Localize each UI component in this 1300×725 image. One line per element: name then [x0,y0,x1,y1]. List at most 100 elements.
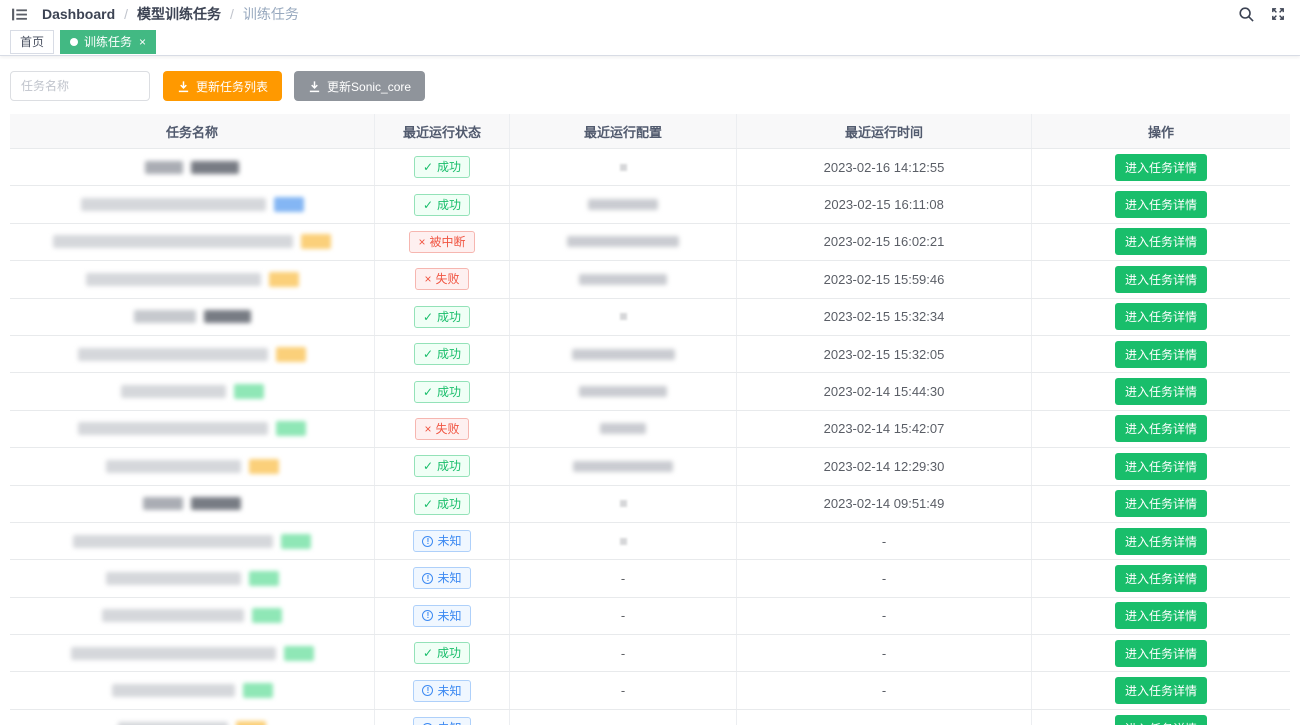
enter-task-detail-button[interactable]: 进入任务详情 [1115,528,1207,555]
enter-task-detail-button[interactable]: 进入任务详情 [1115,677,1207,704]
enter-task-detail-button[interactable]: 进入任务详情 [1115,191,1207,218]
run-time-cell: 2023-02-15 15:59:46 [737,261,1032,297]
task-name-redacted [191,161,239,174]
task-name-redacted [121,385,226,398]
operations-cell: 进入任务详情 [1032,373,1290,409]
breadcrumb-separator: / [124,6,128,22]
enter-task-detail-button[interactable]: 进入任务详情 [1115,378,1207,405]
enter-task-detail-button[interactable]: 进入任务详情 [1115,154,1207,181]
task-name-redacted [73,535,273,548]
task-name-cell [10,448,375,484]
table-row: ✓成功2023-02-15 15:32:34进入任务详情 [10,299,1290,336]
run-config-empty: - [621,683,625,698]
check-icon: ✓ [423,348,433,360]
enter-task-detail-button[interactable]: 进入任务详情 [1115,453,1207,480]
enter-task-detail-button[interactable]: 进入任务详情 [1115,341,1207,368]
run-config-cell [510,299,737,335]
task-name-redacted [191,497,241,510]
column-header-task-name: 任务名称 [10,114,375,148]
enter-task-detail-button[interactable]: 进入任务详情 [1115,415,1207,442]
run-config-cell [510,224,737,260]
run-time-cell: 2023-02-14 15:42:07 [737,411,1032,447]
table-row: !未知 - 进入任务详情 [10,523,1290,560]
tab-close-icon[interactable]: × [139,36,146,48]
status-badge-success: ✓成功 [414,156,470,178]
table-row: ✓成功--进入任务详情 [10,635,1290,672]
run-config-redacted [620,313,627,320]
enter-task-detail-button[interactable]: 进入任务详情 [1115,640,1207,667]
operations-cell: 进入任务详情 [1032,710,1290,725]
status-badge-interrupted: ×被中断 [409,231,474,253]
run-time-cell: - [737,560,1032,596]
run-status-cell: !未知 [375,523,510,559]
status-label: 成功 [437,647,461,659]
run-config-empty: - [621,571,625,586]
run-config-redacted [620,538,627,545]
breadcrumb-item-training-tasks: 训练任务 [243,4,299,24]
info-icon: ! [422,573,433,584]
run-time-cell: - [737,635,1032,671]
info-icon: ! [422,536,433,547]
task-name-redacted [86,273,261,286]
run-time-cell: 2023-02-14 15:44:30 [737,373,1032,409]
status-label: 未知 [437,572,461,584]
download-icon [308,80,321,93]
sidebar-toggle-icon[interactable] [8,3,30,25]
enter-task-detail-button[interactable]: 进入任务详情 [1115,266,1207,293]
table-row: !未知--进入任务详情 [10,672,1290,709]
check-icon: ✓ [423,647,433,659]
task-name-cell [10,186,375,222]
run-status-cell: ✓ 成功 [375,635,510,671]
task-name-redacted [106,572,241,585]
update-task-list-label: 更新任务列表 [196,78,268,95]
update-task-list-button[interactable]: 更新任务列表 [163,71,282,101]
operations-cell: 进入任务详情 [1032,598,1290,634]
task-name-cell [10,598,375,634]
search-icon[interactable] [1236,4,1256,24]
fullscreen-icon[interactable] [1268,4,1288,24]
download-icon [177,80,190,93]
run-config-cell [510,448,737,484]
run-config-redacted [572,349,675,360]
task-tag-green [281,534,311,549]
status-label: 失败 [436,273,460,285]
tab-home[interactable]: 首页 [10,30,54,54]
task-tag-green [234,384,264,399]
status-label: 成功 [437,161,461,173]
enter-task-detail-button[interactable]: 进入任务详情 [1115,715,1207,725]
enter-task-detail-button[interactable]: 进入任务详情 [1115,228,1207,255]
task-name-search-input[interactable] [10,71,150,101]
run-config-redacted [620,164,627,171]
run-time-cell: 2023-02-14 09:51:49 [737,486,1032,522]
task-name-redacted [71,647,276,660]
run-status-cell: ✓成功 [375,448,510,484]
table-row: ×失败2023-02-14 15:42:07进入任务详情 [10,411,1290,448]
status-label: 成功 [437,311,461,323]
status-badge-unknown: !未知 [413,717,470,725]
enter-task-detail-button[interactable]: 进入任务详情 [1115,303,1207,330]
task-tag-yellow [301,234,331,249]
enter-task-detail-button[interactable]: 进入任务详情 [1115,565,1207,592]
task-name-cell [10,336,375,372]
table-row: ✓成功2023-02-16 14:12:55进入任务详情 [10,149,1290,186]
run-status-cell: ✓成功 [375,373,510,409]
task-name-redacted [118,722,228,725]
run-status-cell: !未知 [375,672,510,708]
run-config-cell [510,261,737,297]
run-status-cell: ✓成功 [375,149,510,185]
enter-task-detail-button[interactable]: 进入任务详情 [1115,602,1207,629]
update-sonic-core-button[interactable]: 更新Sonic_core [294,71,425,101]
breadcrumb-item-model-training[interactable]: 模型训练任务 [137,4,221,24]
status-badge-success: ✓成功 [414,493,470,515]
check-icon: ✓ [423,460,433,472]
tab-training-tasks[interactable]: 训练任务 × [60,30,156,54]
enter-task-detail-button[interactable]: 进入任务详情 [1115,490,1207,517]
breadcrumb-item-dashboard[interactable]: Dashboard [42,6,115,22]
task-tag-yellow [276,347,306,362]
run-config-redacted [579,386,667,397]
run-time-cell: - [737,523,1032,559]
column-header-operations: 操作 [1032,114,1290,148]
status-badge-failed: ×失败 [415,268,468,290]
run-config-cell: - [510,598,737,634]
status-badge-unknown: !未知 [413,530,470,552]
